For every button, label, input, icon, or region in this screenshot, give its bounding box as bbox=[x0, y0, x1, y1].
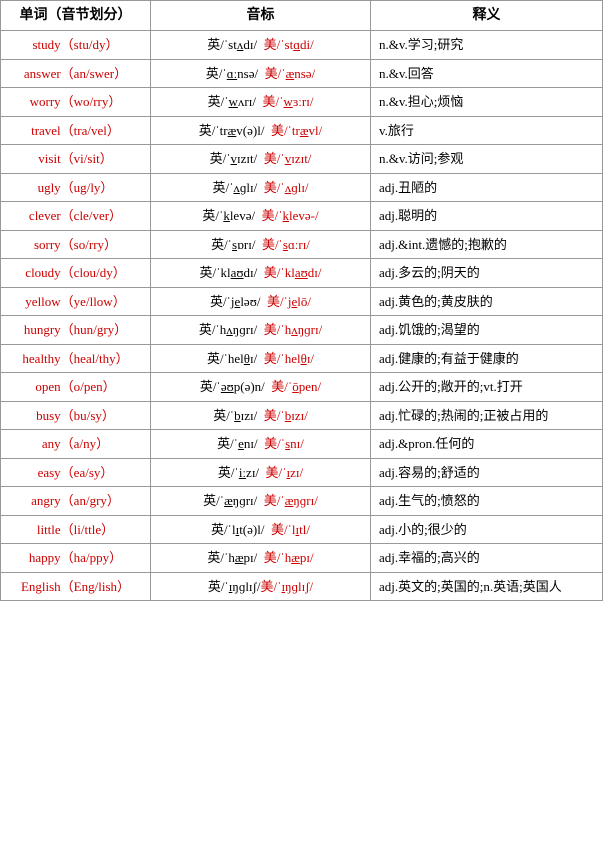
table-row: cloudy（clou/dy）英/ˈklaʊdɪ/ 美/ˈklaʊdɪ/adj.… bbox=[1, 259, 603, 288]
meaning-cell: adj.丑陋的 bbox=[371, 173, 603, 202]
phonetic-cell: 英/ˈəʊp(ə)n/ 美/ˈōpen/ bbox=[151, 373, 371, 402]
word-cell: answer（an/swer） bbox=[1, 59, 151, 88]
col-header-meaning: 释义 bbox=[371, 1, 603, 31]
table-row: hungry（hun/gry）英/ˈhʌŋɡrɪ/ 美/ˈhʌŋɡrɪ/adj.… bbox=[1, 316, 603, 345]
meaning-cell: adj.多云的;阴天的 bbox=[371, 259, 603, 288]
table-row: any（a/ny）英/ˈenɪ/ 美/ˈsnɪ/adj.&pron.任何的 bbox=[1, 430, 603, 459]
phonetic-cell: 英/ˈklevə/ 美/ˈklevə-/ bbox=[151, 202, 371, 231]
word-cell: hungry（hun/gry） bbox=[1, 316, 151, 345]
col-header-phonetic: 音标 bbox=[151, 1, 371, 31]
table-row: sorry（so/rry）英/ˈsɒrɪ/ 美/ˈsɑːrɪ/adj.&int.… bbox=[1, 230, 603, 259]
phonetic-cell: 英/ˈlɪt(ə)l/ 美/ˈlɪtl/ bbox=[151, 515, 371, 544]
word-cell: little（li/ttle） bbox=[1, 515, 151, 544]
word-cell: easy（ea/sy） bbox=[1, 458, 151, 487]
meaning-cell: adj.容易的;舒适的 bbox=[371, 458, 603, 487]
col-header-word: 单词（音节划分） bbox=[1, 1, 151, 31]
phonetic-cell: 英/ˈbɪzɪ/ 美/ˈbɪzɪ/ bbox=[151, 401, 371, 430]
meaning-cell: n.&v.访问;参观 bbox=[371, 145, 603, 174]
table-row: yellow（ye/llow）英/ˈjeləʊ/ 美/ˈjelō/adj.黄色的… bbox=[1, 287, 603, 316]
word-cell: healthy（heal/thy） bbox=[1, 344, 151, 373]
meaning-cell: adj.聪明的 bbox=[371, 202, 603, 231]
word-cell: yellow（ye/llow） bbox=[1, 287, 151, 316]
table-row: easy（ea/sy）英/ˈiːzɪ/ 美/ˈɪzɪ/adj.容易的;舒适的 bbox=[1, 458, 603, 487]
phonetic-cell: 英/ˈhʌŋɡrɪ/ 美/ˈhʌŋɡrɪ/ bbox=[151, 316, 371, 345]
word-cell: any（a/ny） bbox=[1, 430, 151, 459]
table-row: worry（wo/rry）英/ˈwʌrɪ/ 美/ˈwɜːrɪ/n.&v.担心;烦… bbox=[1, 88, 603, 117]
meaning-cell: n.&v.学习;研究 bbox=[371, 31, 603, 60]
meaning-cell: n.&v.担心;烦恼 bbox=[371, 88, 603, 117]
phonetic-cell: 英/ˈvɪzɪt/ 美/ˈvɪzɪt/ bbox=[151, 145, 371, 174]
meaning-cell: adj.幸福的;高兴的 bbox=[371, 544, 603, 573]
table-row: angry（an/gry）英/ˈæŋɡrɪ/ 美/ˈæŋɡrɪ/adj.生气的;… bbox=[1, 487, 603, 516]
meaning-cell: adj.英文的;英国的;n.英语;英国人 bbox=[371, 572, 603, 601]
word-cell: angry（an/gry） bbox=[1, 487, 151, 516]
meaning-cell: adj.健康的;有益于健康的 bbox=[371, 344, 603, 373]
phonetic-cell: 英/ˈsɒrɪ/ 美/ˈsɑːrɪ/ bbox=[151, 230, 371, 259]
word-cell: busy（bu/sy） bbox=[1, 401, 151, 430]
table-row: study（stu/dy）英/ˈstʌdɪ/ 美/ˈstɑdi/n.&v.学习;… bbox=[1, 31, 603, 60]
meaning-cell: adj.生气的;愤怒的 bbox=[371, 487, 603, 516]
vocabulary-table: 单词（音节划分） 音标 释义 study（stu/dy）英/ˈstʌdɪ/ 美/… bbox=[0, 0, 603, 601]
meaning-cell: adj.&int.遗憾的;抱歉的 bbox=[371, 230, 603, 259]
meaning-cell: adj.饥饿的;渴望的 bbox=[371, 316, 603, 345]
phonetic-cell: 英/ˈʌɡlɪ/ 美/ˈʌɡlɪ/ bbox=[151, 173, 371, 202]
word-cell: travel（tra/vel） bbox=[1, 116, 151, 145]
phonetic-cell: 英/ˈhelθɪ/ 美/ˈhelθɪ/ bbox=[151, 344, 371, 373]
table-row: clever（cle/ver）英/ˈklevə/ 美/ˈklevə-/adj.聪… bbox=[1, 202, 603, 231]
word-cell: study（stu/dy） bbox=[1, 31, 151, 60]
word-cell: visit（vi/sit） bbox=[1, 145, 151, 174]
word-cell: happy（ha/ppy） bbox=[1, 544, 151, 573]
phonetic-cell: 英/ˈtræv(ə)l/ 美/ˈtrævl/ bbox=[151, 116, 371, 145]
phonetic-cell: 英/ˈjeləʊ/ 美/ˈjelō/ bbox=[151, 287, 371, 316]
phonetic-cell: 英/ˈɪŋɡlɪʃ/美/ˈɪŋɡlɪʃ/ bbox=[151, 572, 371, 601]
meaning-cell: adj.小的;很少的 bbox=[371, 515, 603, 544]
word-cell: clever（cle/ver） bbox=[1, 202, 151, 231]
phonetic-cell: 英/ˈstʌdɪ/ 美/ˈstɑdi/ bbox=[151, 31, 371, 60]
phonetic-cell: 英/ˈwʌrɪ/ 美/ˈwɜːrɪ/ bbox=[151, 88, 371, 117]
meaning-cell: v.旅行 bbox=[371, 116, 603, 145]
word-cell: open（o/pen） bbox=[1, 373, 151, 402]
table-row: visit（vi/sit）英/ˈvɪzɪt/ 美/ˈvɪzɪt/n.&v.访问;… bbox=[1, 145, 603, 174]
word-cell: cloudy（clou/dy） bbox=[1, 259, 151, 288]
meaning-cell: adj.公开的;敞开的;vt.打开 bbox=[371, 373, 603, 402]
word-cell: English（Eng/lish） bbox=[1, 572, 151, 601]
word-cell: worry（wo/rry） bbox=[1, 88, 151, 117]
meaning-cell: adj.&pron.任何的 bbox=[371, 430, 603, 459]
table-row: little（li/ttle）英/ˈlɪt(ə)l/ 美/ˈlɪtl/adj.小… bbox=[1, 515, 603, 544]
meaning-cell: adj.忙碌的;热闹的;正被占用的 bbox=[371, 401, 603, 430]
table-row: answer（an/swer）英/ˈɑːnsə/ 美/ˈænsə/n.&v.回答 bbox=[1, 59, 603, 88]
phonetic-cell: 英/ˈenɪ/ 美/ˈsnɪ/ bbox=[151, 430, 371, 459]
phonetic-cell: 英/ˈiːzɪ/ 美/ˈɪzɪ/ bbox=[151, 458, 371, 487]
meaning-cell: adj.黄色的;黄皮肤的 bbox=[371, 287, 603, 316]
table-row: travel（tra/vel）英/ˈtræv(ə)l/ 美/ˈtrævl/v.旅… bbox=[1, 116, 603, 145]
phonetic-cell: 英/ˈɑːnsə/ 美/ˈænsə/ bbox=[151, 59, 371, 88]
word-cell: ugly（ug/ly） bbox=[1, 173, 151, 202]
meaning-cell: n.&v.回答 bbox=[371, 59, 603, 88]
table-row: happy（ha/ppy）英/ˈhæpɪ/ 美/ˈhæpɪ/adj.幸福的;高兴… bbox=[1, 544, 603, 573]
table-row: ugly（ug/ly）英/ˈʌɡlɪ/ 美/ˈʌɡlɪ/adj.丑陋的 bbox=[1, 173, 603, 202]
phonetic-cell: 英/ˈklaʊdɪ/ 美/ˈklaʊdɪ/ bbox=[151, 259, 371, 288]
word-cell: sorry（so/rry） bbox=[1, 230, 151, 259]
table-row: busy（bu/sy）英/ˈbɪzɪ/ 美/ˈbɪzɪ/adj.忙碌的;热闹的;… bbox=[1, 401, 603, 430]
table-row: healthy（heal/thy）英/ˈhelθɪ/ 美/ˈhelθɪ/adj.… bbox=[1, 344, 603, 373]
phonetic-cell: 英/ˈhæpɪ/ 美/ˈhæpɪ/ bbox=[151, 544, 371, 573]
phonetic-cell: 英/ˈæŋɡrɪ/ 美/ˈæŋɡrɪ/ bbox=[151, 487, 371, 516]
table-row: English（Eng/lish）英/ˈɪŋɡlɪʃ/美/ˈɪŋɡlɪʃ/adj… bbox=[1, 572, 603, 601]
table-row: open（o/pen）英/ˈəʊp(ə)n/ 美/ˈōpen/adj.公开的;敞… bbox=[1, 373, 603, 402]
